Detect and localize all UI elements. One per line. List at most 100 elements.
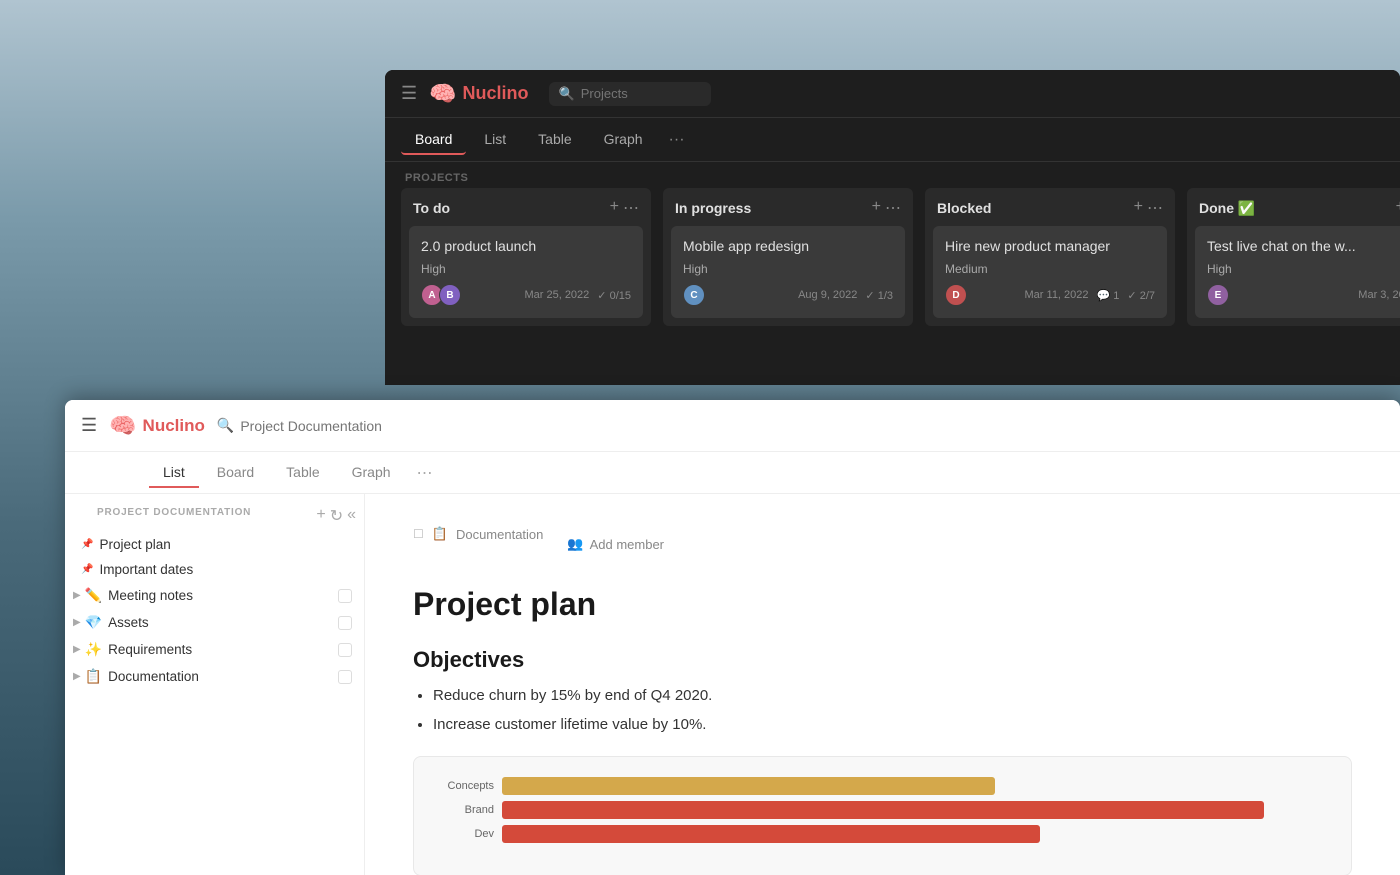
collapse-sidebar-icon[interactable]: « xyxy=(347,506,356,526)
card-priority: High xyxy=(421,262,631,276)
card-priority: Medium xyxy=(945,262,1155,276)
add-card-todo-icon[interactable]: + xyxy=(610,198,619,218)
top-panel: ☰ 🧠 Nuclino 🔍 Board List Table Graph ···… xyxy=(385,70,1400,385)
sidebar-item-left: 📌 Important dates xyxy=(81,562,193,577)
tab-list-bottom[interactable]: List xyxy=(149,458,199,488)
card-date: Mar 3, 2022 xyxy=(1358,289,1400,301)
card-live-chat[interactable]: Test live chat on the w... High E Mar 3,… xyxy=(1195,226,1400,318)
add-card-blocked-icon[interactable]: + xyxy=(1134,198,1143,218)
projects-section-label: PROJECTS xyxy=(385,162,1400,188)
card-footer: D Mar 11, 2022 💬 1 ✓ 2/7 xyxy=(945,284,1155,306)
card-avatars: A B xyxy=(421,284,457,306)
card-checklist: ✓ 0/15 xyxy=(597,289,631,302)
card-footer: A B Mar 25, 2022 ✓ 0/15 xyxy=(421,284,631,306)
card-meta: Mar 25, 2022 ✓ 0/15 xyxy=(524,289,631,302)
col-title-done: Done ✅ xyxy=(1199,200,1255,217)
main-content: ☐ 📋 Documentation 👥 Add member Project p… xyxy=(365,494,1400,875)
col-title-blocked: Blocked xyxy=(937,200,991,216)
bottom-header: ☰ 🧠 Nuclino 🔍 xyxy=(65,400,1400,452)
sidebar-item-important-dates[interactable]: 📌 Important dates xyxy=(65,557,364,582)
col-menu-blocked-icon[interactable]: ⋯ xyxy=(1147,198,1163,218)
col-title-todo: To do xyxy=(413,200,450,216)
chart-label: Dev xyxy=(434,828,494,840)
chart-label: Concepts xyxy=(434,780,494,792)
add-card-done-icon[interactable]: + xyxy=(1396,198,1400,218)
chart-label: Brand xyxy=(434,804,494,816)
top-search-bar[interactable]: 🔍 xyxy=(549,82,711,106)
card-mobile-redesign[interactable]: Mobile app redesign High C Aug 9, 2022 ✓… xyxy=(671,226,905,318)
tab-table[interactable]: Table xyxy=(524,125,585,155)
add-item-icon[interactable]: + xyxy=(316,506,325,526)
add-member-button[interactable]: 👥 Add member xyxy=(559,532,672,556)
card-date: Mar 25, 2022 xyxy=(524,289,589,301)
hamburger-menu-icon[interactable]: ☰ xyxy=(401,83,417,104)
card-footer: C Aug 9, 2022 ✓ 1/3 xyxy=(683,284,893,306)
sidebar-group-left: ✨ Requirements xyxy=(85,641,338,658)
tab-graph-bottom[interactable]: Graph xyxy=(338,458,405,488)
col-title-inprogress: In progress xyxy=(675,200,751,216)
sidebar-item-assets[interactable]: ▶ 💎 Assets xyxy=(65,609,364,636)
bottom-tab-bar: List Board Table Graph ⋯ xyxy=(65,452,1400,494)
chart-row: Brand xyxy=(434,801,1331,819)
kanban-board: To do + ⋯ 2.0 product launch High A B Ma… xyxy=(385,188,1400,326)
chart-bar xyxy=(502,825,1040,843)
col-header-blocked: Blocked + ⋯ xyxy=(925,188,1175,226)
sidebar-item-checkbox[interactable] xyxy=(338,643,352,657)
sidebar-item-label: Project plan xyxy=(99,537,170,552)
card-footer: E Mar 3, 2022 xyxy=(1207,284,1400,306)
col-menu-todo-icon[interactable]: ⋯ xyxy=(623,198,639,218)
bottom-panel: ☰ 🧠 Nuclino 🔍 List Board Table Graph ⋯ P… xyxy=(65,400,1400,875)
sidebar-item-meeting-notes[interactable]: ▶ ✏️ Meeting notes xyxy=(65,582,364,609)
more-tabs-bottom-icon[interactable]: ⋯ xyxy=(409,459,441,487)
card-comments: 💬 1 xyxy=(1097,289,1120,302)
search-icon: 🔍 xyxy=(559,86,575,102)
add-member-icon: 👥 xyxy=(567,536,583,552)
bottom-search-bar[interactable]: 🔍 xyxy=(217,417,440,434)
breadcrumb-checkbox-icon: ☐ xyxy=(413,527,424,541)
top-header: ☰ 🧠 Nuclino 🔍 xyxy=(385,70,1400,118)
refresh-icon[interactable]: ↻ xyxy=(330,506,343,526)
card-product-launch[interactable]: 2.0 product launch High A B Mar 25, 2022… xyxy=(409,226,643,318)
sidebar-section-actions: + ↻ « xyxy=(316,506,356,526)
card-date: Mar 11, 2022 xyxy=(1025,289,1089,301)
bottom-search-input[interactable] xyxy=(240,418,440,434)
logo-icon: 🧠 xyxy=(429,81,456,107)
card-hire-pm[interactable]: Hire new product manager Medium D Mar 11… xyxy=(933,226,1167,318)
chevron-right-icon: ▶ xyxy=(73,617,81,628)
tab-graph[interactable]: Graph xyxy=(590,125,657,155)
sidebar-item-requirements[interactable]: ▶ ✨ Requirements xyxy=(65,636,364,663)
top-search-input[interactable] xyxy=(581,86,701,101)
sidebar-group-left: 📋 Documentation xyxy=(85,668,338,685)
kanban-column-blocked: Blocked + ⋯ Hire new product manager Med… xyxy=(925,188,1175,326)
chevron-right-icon: ▶ xyxy=(73,671,81,682)
kanban-column-inprogress: In progress + ⋯ Mobile app redesign High… xyxy=(663,188,913,326)
pin-icon: 📌 xyxy=(81,564,93,575)
sidebar-item-checkbox[interactable] xyxy=(338,616,352,630)
chart-bar xyxy=(502,801,1264,819)
document-title: Project plan xyxy=(413,586,1352,623)
card-avatars: D xyxy=(945,284,963,306)
add-card-inprogress-icon[interactable]: + xyxy=(872,198,881,218)
col-actions-blocked: + ⋯ xyxy=(1134,198,1163,218)
sidebar-item-left: 📌 Project plan xyxy=(81,537,171,552)
top-logo: 🧠 Nuclino xyxy=(429,81,528,107)
list-item: Reduce churn by 15% by end of Q4 2020. xyxy=(433,685,1352,708)
col-actions-done: + ⋯ xyxy=(1396,198,1400,218)
tab-list[interactable]: List xyxy=(470,125,520,155)
sidebar-item-checkbox[interactable] xyxy=(338,589,352,603)
avatar: C xyxy=(683,284,705,306)
tab-board[interactable]: Board xyxy=(401,125,466,155)
sidebar-item-label: Meeting notes xyxy=(108,588,193,603)
card-meta: Mar 11, 2022 💬 1 ✓ 2/7 xyxy=(1025,289,1155,302)
sidebar-group-left: ✏️ Meeting notes xyxy=(85,587,338,604)
col-menu-inprogress-icon[interactable]: ⋯ xyxy=(885,198,901,218)
tab-table-bottom[interactable]: Table xyxy=(272,458,333,488)
sidebar-item-label: Assets xyxy=(108,615,149,630)
sidebar-item-documentation[interactable]: ▶ 📋 Documentation xyxy=(65,663,364,690)
card-title: Hire new product manager xyxy=(945,238,1155,254)
more-tabs-icon[interactable]: ··· xyxy=(661,127,693,153)
hamburger-menu-light-icon[interactable]: ☰ xyxy=(81,415,97,436)
sidebar-item-project-plan[interactable]: 📌 Project plan xyxy=(65,532,364,557)
sidebar-item-checkbox[interactable] xyxy=(338,670,352,684)
tab-board-bottom[interactable]: Board xyxy=(203,458,268,488)
